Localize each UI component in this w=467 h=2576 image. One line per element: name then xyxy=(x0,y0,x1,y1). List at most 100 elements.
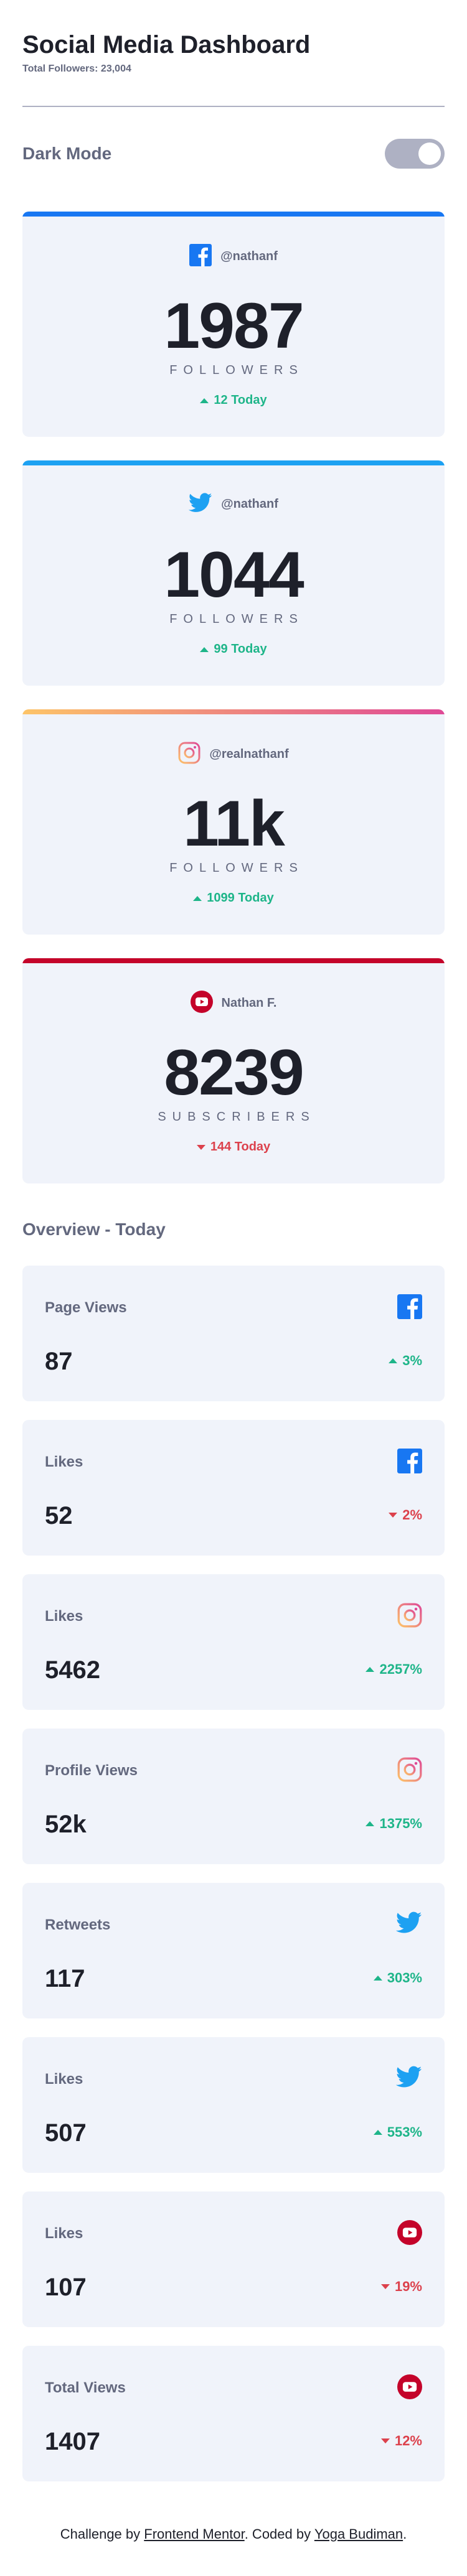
overview-card[interactable]: Total Views 1407 12% xyxy=(22,2346,445,2481)
twitter-icon xyxy=(395,2066,422,2091)
follower-unit: Followers xyxy=(169,861,304,875)
overview-label: Likes xyxy=(45,1608,83,1625)
delta-text: 12 Today xyxy=(214,393,267,407)
instagram-icon xyxy=(397,1757,422,1785)
overview-label: Total Views xyxy=(45,2379,126,2396)
overview-label: Likes xyxy=(45,2225,83,2242)
overview-value: 1407 xyxy=(45,2428,100,2455)
facebook-icon xyxy=(189,244,212,269)
overview-value: 52 xyxy=(45,1502,73,1529)
follower-card-facebook[interactable]: @nathanf 1987 Followers 12 Today xyxy=(22,212,445,437)
card-accent-bar xyxy=(22,212,445,217)
follower-unit: Followers xyxy=(169,363,304,377)
overview-delta: 553% xyxy=(373,2124,422,2140)
handle: @nathanf xyxy=(220,250,278,263)
facebook-icon xyxy=(397,1449,422,1477)
overview-value: 107 xyxy=(45,2274,87,2301)
overview-value: 507 xyxy=(45,2119,87,2147)
follower-card-instagram[interactable]: @realnathanf 11k Followers 1099 Today xyxy=(22,709,445,935)
handle: @nathanf xyxy=(221,497,278,511)
arrow-down-icon xyxy=(196,1144,205,1150)
overview-card[interactable]: Likes 107 19% xyxy=(22,2191,445,2327)
arrow-down-icon xyxy=(380,2284,390,2289)
follower-card-twitter[interactable]: @nathanf 1044 Followers 99 Today xyxy=(22,460,445,686)
overview-card[interactable]: Likes 52 2% xyxy=(22,1420,445,1556)
youtube-icon xyxy=(190,991,213,1016)
header: Social Media Dashboard Total Followers: … xyxy=(22,30,445,75)
dark-mode-toggle[interactable] xyxy=(385,139,445,169)
arrow-up-icon xyxy=(366,1667,375,1672)
twitter-icon xyxy=(395,1911,422,1937)
instagram-icon xyxy=(178,742,200,767)
overview-delta: 19% xyxy=(380,2279,422,2295)
delta-text: 19% xyxy=(394,2279,422,2294)
follower-delta: 1099 Today xyxy=(22,891,445,905)
follower-count: 1044 xyxy=(164,539,304,611)
follower-delta: 12 Today xyxy=(22,393,445,408)
delta-text: 3% xyxy=(402,1353,422,1368)
arrow-down-icon xyxy=(389,1513,398,1518)
overview-card[interactable]: Page Views 87 3% xyxy=(22,1266,445,1401)
follower-count: 1987 xyxy=(164,290,304,362)
overview-label: Profile Views xyxy=(45,1762,138,1779)
footer-prefix: Challenge by xyxy=(60,2526,144,2542)
follower-unit: Followers xyxy=(169,612,304,626)
footer-middle: . Coded by xyxy=(244,2526,314,2542)
instagram-icon xyxy=(397,1603,422,1631)
delta-text: 99 Today xyxy=(214,642,267,656)
follower-unit: Subscribers xyxy=(158,1110,316,1124)
twitter-icon xyxy=(188,493,212,516)
arrow-up-icon xyxy=(373,2130,382,2135)
delta-text: 12% xyxy=(394,2433,422,2448)
overview-card[interactable]: Likes 507 553% xyxy=(22,2037,445,2173)
overview-card[interactable]: Retweets 117 303% xyxy=(22,1883,445,2018)
dark-mode-row: Dark Mode xyxy=(22,138,445,169)
overview-label: Likes xyxy=(45,2071,83,2088)
overview-delta: 12% xyxy=(380,2433,422,2449)
facebook-icon xyxy=(397,1294,422,1322)
total-followers: Total Followers: 23,004 xyxy=(22,63,131,74)
divider xyxy=(22,106,445,107)
card-accent-bar xyxy=(22,958,445,963)
handle: Nathan F. xyxy=(221,996,277,1010)
follower-card-youtube[interactable]: Nathan F. 8239 Subscribers 144 Today xyxy=(22,958,445,1183)
arrow-up-icon xyxy=(373,1976,382,1981)
handle: @realnathanf xyxy=(209,747,289,761)
arrow-up-icon xyxy=(200,398,209,403)
overview-label: Page Views xyxy=(45,1299,127,1316)
arrow-down-icon xyxy=(380,2438,390,2443)
overview-label: Retweets xyxy=(45,1916,111,1933)
arrow-up-icon xyxy=(200,646,209,652)
youtube-icon xyxy=(397,2374,422,2402)
overview-value: 5462 xyxy=(45,1656,100,1684)
overview-delta: 2257% xyxy=(366,1661,422,1678)
follower-count: 11k xyxy=(183,788,285,860)
card-accent-bar xyxy=(22,460,445,465)
author-link[interactable]: Yoga Budiman xyxy=(314,2526,403,2542)
overview-delta: 1375% xyxy=(366,1816,422,1832)
follower-delta: 99 Today xyxy=(22,642,445,656)
overview-delta: 3% xyxy=(389,1353,422,1369)
overview-card[interactable]: Profile Views 52k 1375% xyxy=(22,1729,445,1864)
overview-value: 117 xyxy=(45,1965,85,1992)
toggle-knob xyxy=(418,142,441,165)
delta-text: 1375% xyxy=(379,1816,422,1831)
follower-delta: 144 Today xyxy=(22,1140,445,1154)
youtube-icon xyxy=(397,2220,422,2248)
overview-delta: 303% xyxy=(373,1970,422,1986)
delta-text: 2% xyxy=(402,1507,422,1523)
footer-suffix: . xyxy=(403,2526,407,2542)
dark-mode-label: Dark Mode xyxy=(22,144,112,163)
overview-value: 87 xyxy=(45,1348,73,1375)
overview-value: 52k xyxy=(45,1811,87,1838)
overview-card[interactable]: Likes 5462 2257% xyxy=(22,1574,445,1710)
delta-text: 553% xyxy=(387,2124,422,2140)
footer: Challenge by Frontend Mentor. Coded by Y… xyxy=(0,2526,467,2542)
card-accent-bar xyxy=(22,709,445,714)
follower-count: 8239 xyxy=(164,1037,304,1109)
delta-text: 303% xyxy=(387,1970,422,1986)
overview-delta: 2% xyxy=(389,1507,422,1523)
overview-label: Likes xyxy=(45,1454,83,1470)
frontend-mentor-link[interactable]: Frontend Mentor xyxy=(144,2526,244,2542)
page-title: Social Media Dashboard xyxy=(22,31,311,58)
